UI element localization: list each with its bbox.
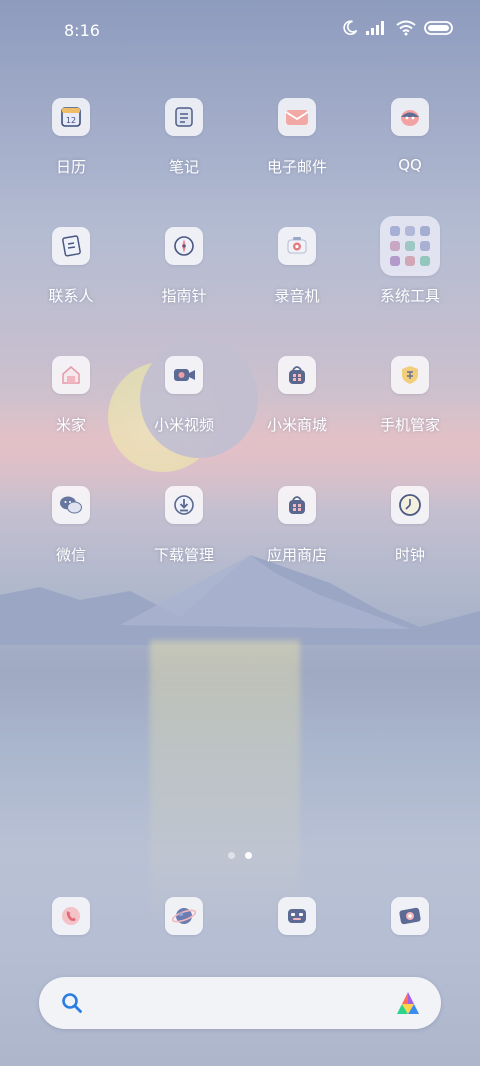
app-label: 系统工具 <box>379 287 440 305</box>
app-label: QQ <box>398 156 422 174</box>
app-security[interactable]: 手机管家 <box>355 356 465 435</box>
battery-icon <box>424 21 453 35</box>
wechat-icon <box>52 486 90 524</box>
moon-icon <box>343 20 358 35</box>
app-notes[interactable]: 笔记 <box>129 98 239 177</box>
app-label: 日历 <box>55 158 86 176</box>
app-calendar[interactable]: 12 日历 <box>16 98 126 177</box>
app-email[interactable]: 电子邮件 <box>242 98 352 177</box>
app-label: 小米商城 <box>266 416 327 434</box>
mall-icon <box>278 356 316 394</box>
app-mi-mall[interactable]: 小米商城 <box>242 356 352 435</box>
app-recorder[interactable]: 录音机 <box>242 227 352 306</box>
app-label: 米家 <box>55 416 86 434</box>
phone-icon <box>52 897 90 935</box>
assistant-bot-icon <box>278 897 316 935</box>
search-icon[interactable] <box>61 992 83 1014</box>
dock-phone[interactable] <box>16 897 126 935</box>
dock-camera[interactable] <box>355 897 465 935</box>
qq-icon <box>391 98 429 136</box>
camera-icon <box>391 897 429 935</box>
folder-icon <box>380 216 440 276</box>
signal-icon <box>366 21 384 35</box>
app-download-manager[interactable]: 下载管理 <box>129 486 239 565</box>
app-mi-video[interactable]: 小米视频 <box>129 356 239 435</box>
mijia-icon <box>52 356 90 394</box>
recorder-icon <box>278 227 316 265</box>
app-label: 时钟 <box>394 546 425 564</box>
app-clock[interactable]: 时钟 <box>355 486 465 565</box>
page-dot[interactable] <box>228 852 235 859</box>
app-label: 指南针 <box>161 287 207 305</box>
app-label: 手机管家 <box>379 416 440 434</box>
app-label: 联系人 <box>48 287 94 305</box>
app-label: 录音机 <box>274 287 320 305</box>
app-label: 应用商店 <box>266 546 327 564</box>
app-label: 笔记 <box>168 158 199 176</box>
app-folder-system-tools[interactable]: 系统工具 <box>355 216 465 306</box>
browser-icon <box>165 897 203 935</box>
status-time: 8:16 <box>64 21 100 40</box>
app-label: 电子邮件 <box>266 158 327 176</box>
app-mijia[interactable]: 米家 <box>16 356 126 435</box>
app-qq[interactable]: QQ <box>355 98 465 174</box>
download-icon <box>165 486 203 524</box>
svg-text:12: 12 <box>66 116 76 125</box>
dock-browser[interactable] <box>129 897 239 935</box>
security-icon <box>391 356 429 394</box>
assistant-icon[interactable] <box>395 990 421 1016</box>
status-bar: 8:16 <box>0 0 480 62</box>
compass-icon <box>165 227 203 265</box>
search-bar[interactable] <box>39 977 441 1029</box>
app-compass[interactable]: 指南针 <box>129 227 239 306</box>
app-app-store[interactable]: 应用商店 <box>242 486 352 565</box>
app-store-icon <box>278 486 316 524</box>
wallpaper-water-reflection <box>150 640 300 930</box>
calendar-icon: 12 <box>52 98 90 136</box>
page-dot-active[interactable] <box>245 852 252 859</box>
wifi-icon <box>396 20 416 36</box>
page-indicator <box>228 852 252 859</box>
app-label: 下载管理 <box>153 546 214 564</box>
app-wechat[interactable]: 微信 <box>16 486 126 565</box>
video-icon <box>165 356 203 394</box>
status-icons <box>342 20 454 36</box>
app-contacts[interactable]: 联系人 <box>16 227 126 306</box>
notes-icon <box>165 98 203 136</box>
clock-icon <box>391 486 429 524</box>
contacts-icon <box>52 227 90 265</box>
dock-assistant-bot[interactable] <box>242 897 352 935</box>
app-label: 微信 <box>55 546 86 564</box>
email-icon <box>278 98 316 136</box>
app-label: 小米视频 <box>153 416 214 434</box>
